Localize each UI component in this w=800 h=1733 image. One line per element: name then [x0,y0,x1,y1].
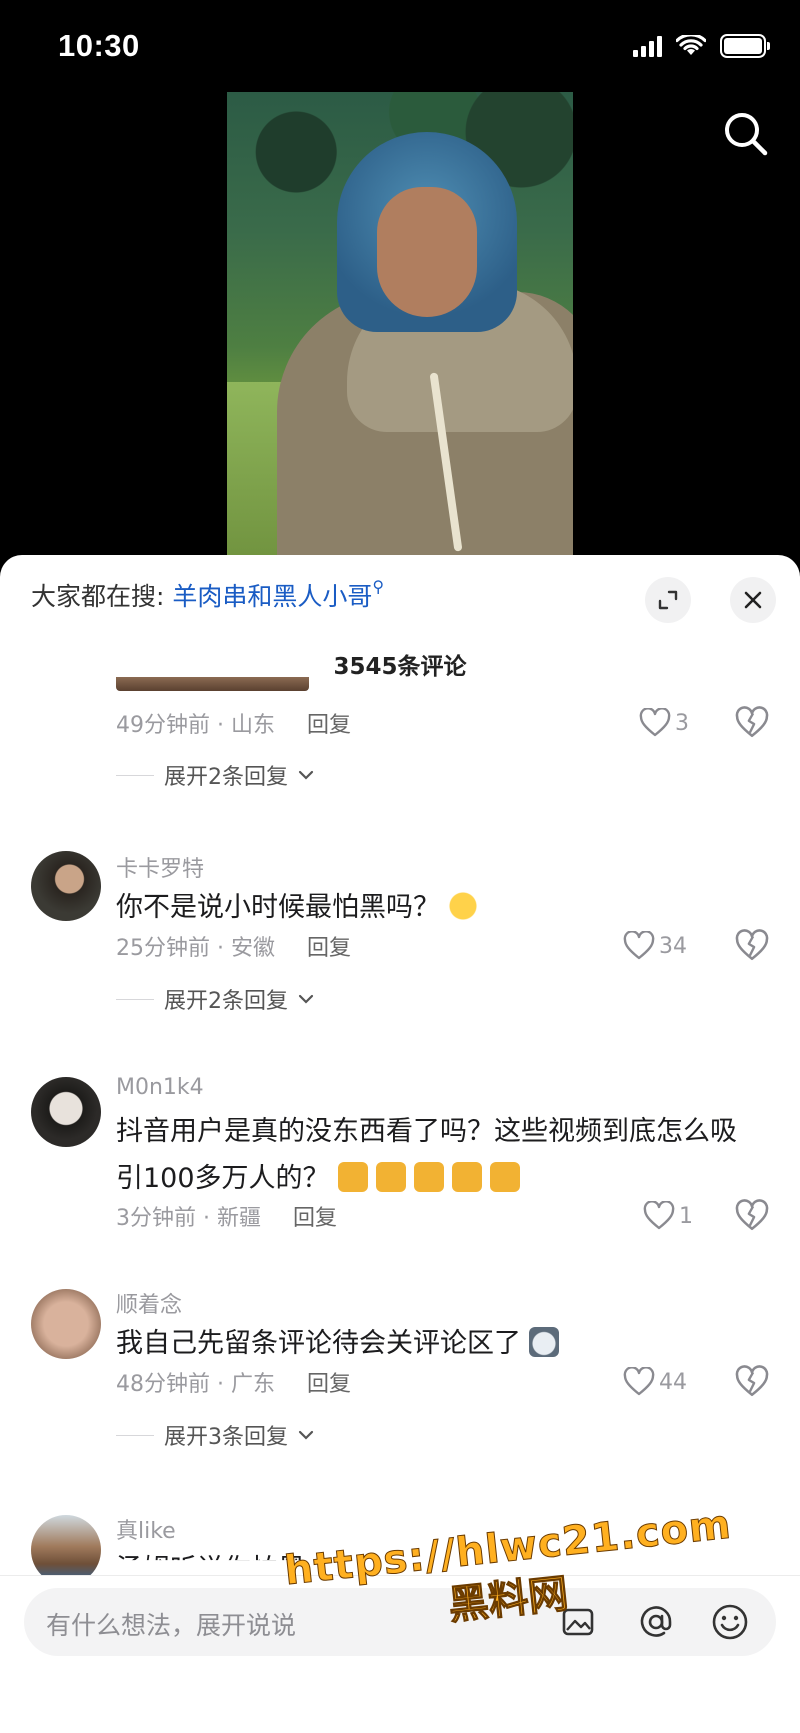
avatar[interactable] [31,1077,101,1147]
heart-icon [643,1201,675,1230]
cellular-signal-icon [633,35,662,57]
smiley-icon [712,1604,748,1640]
crying-emoji-icon [448,891,478,921]
like-count: 3 [675,710,689,736]
cat-emoji-icon [489,1162,520,1192]
close-icon [744,591,762,609]
comment-image[interactable] [116,677,309,691]
expand-replies-label: 展开2条回复 [164,989,288,1014]
comment-time-location: 49分钟前 · 山东 [116,713,275,738]
like-count: 44 [659,1369,687,1395]
comment-time-location: 25分钟前 · 安徽 [116,936,275,961]
emoji-button[interactable] [710,1602,750,1642]
expand-sheet-button[interactable] [645,577,691,623]
avatar[interactable] [31,1289,101,1359]
comment-text: 你不是说小时候最怕黑吗？ [116,884,776,931]
at-icon [640,1606,672,1637]
expand-replies-button[interactable]: 展开3条回复 [116,1418,314,1452]
status-time: 10:30 [58,28,140,63]
search-suggestion-link[interactable]: 羊肉串和黑人小哥 [172,582,372,611]
heart-icon [639,708,671,737]
search-button[interactable] [720,108,772,160]
comment-list[interactable]: 49分钟前 · 山东 回复 3 展开2条回复 卡卡罗特 你不是说小时候最怕黑吗？… [0,677,800,1617]
search-suggestion[interactable]: 大家都在搜: 羊肉串和黑人小哥⚲ [31,577,384,613]
like-button[interactable]: 3 [639,706,689,740]
video-player[interactable] [227,92,573,555]
status-bar: 10:30 [0,0,800,95]
like-count: 34 [659,933,687,959]
status-icons [633,34,770,58]
like-button[interactable]: 1 [643,1199,693,1233]
expand-replies-button[interactable]: 展开2条回复 [116,982,314,1016]
heart-icon [623,931,655,960]
chevron-down-icon [298,1430,314,1440]
comment-meta: 48分钟前 · 广东 回复 [116,1365,351,1399]
reply-button[interactable]: 回复 [293,1200,337,1232]
search-icon [725,113,768,156]
close-sheet-button[interactable] [730,577,776,623]
reply-button[interactable]: 回复 [307,1366,351,1398]
comment-meta: 49分钟前 · 山东 回复 [116,706,351,740]
chevron-down-icon [298,770,314,780]
expand-replies-label: 展开2条回复 [164,765,288,790]
cat-emoji-icon [451,1162,482,1192]
image-icon [562,1608,594,1636]
comment-meta: 3分钟前 · 新疆 回复 [116,1199,337,1233]
dislike-icon[interactable] [735,1365,769,1399]
comment-text: 抖音用户是真的没东西看了吗？这些视频到底怎么吸 引100多万人的？ [116,1116,737,1194]
battery-icon [720,34,770,58]
comment-input-bar: 有什么想法，展开说说 [0,1575,800,1733]
reply-button[interactable]: 回复 [307,930,351,962]
image-button[interactable] [558,1602,598,1642]
cat-emoji-icon [375,1162,406,1192]
comment-input[interactable]: 有什么想法，展开说说 [24,1588,776,1656]
dislike-icon[interactable] [735,706,769,740]
dog-emoji-icon [529,1327,559,1357]
dislike-icon[interactable] [735,929,769,963]
comment-text: 我自己先留条评论待会关评论区了 [116,1320,776,1367]
comment-input-placeholder: 有什么想法，展开说说 [46,1611,297,1640]
comment-username[interactable]: 顺着念 [116,1287,182,1319]
expand-replies-button[interactable]: 展开2条回复 [116,758,314,792]
expand-replies-label: 展开3条回复 [164,1425,288,1450]
mention-button[interactable] [636,1602,676,1642]
search-suggestion-prefix: 大家都在搜: [31,582,165,611]
comment-count: 3545条评论 [333,654,467,680]
comment-username[interactable]: 真like [116,1513,176,1545]
cat-emoji-icon [413,1162,444,1192]
chevron-down-icon [298,994,314,1004]
like-button[interactable]: 34 [623,929,687,963]
small-search-icon: ⚲ [372,577,385,596]
cat-emoji-icon [337,1162,368,1192]
dislike-icon[interactable] [735,1199,769,1233]
avatar[interactable] [31,851,101,921]
like-count: 1 [679,1203,693,1229]
comment-meta: 25分钟前 · 安徽 回复 [116,929,351,963]
expand-icon [658,590,678,610]
comment-time-location: 48分钟前 · 广东 [116,1372,275,1397]
heart-icon [623,1367,655,1396]
comment-sheet: 大家都在搜: 羊肉串和黑人小哥⚲ 3545条评论 49分钟前 · 山东 回复 3… [0,555,800,1733]
comment-username[interactable]: 卡卡罗特 [116,851,204,883]
like-button[interactable]: 44 [623,1365,687,1399]
comment-time-location: 3分钟前 · 新疆 [116,1206,261,1231]
comment-username[interactable]: M0n1k4 [116,1075,204,1100]
reply-button[interactable]: 回复 [307,707,351,739]
wifi-icon [676,35,706,55]
